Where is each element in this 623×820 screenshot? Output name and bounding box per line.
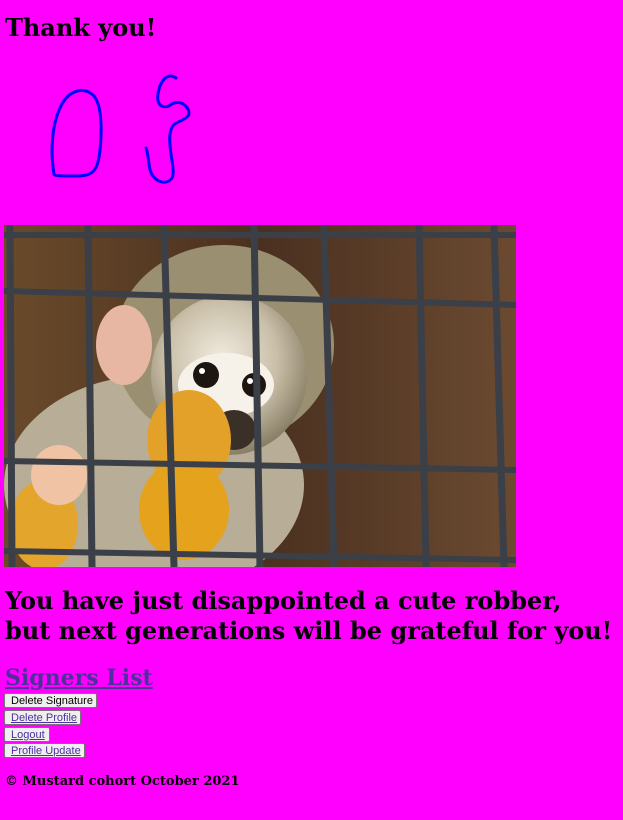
monkey-in-cage-photo xyxy=(4,225,516,567)
footer-copyright: © Mustard cohort October 2021 xyxy=(5,774,240,789)
thank-you-page: Thank you! You have just disappointed a … xyxy=(0,0,623,820)
logout-button[interactable]: Logout xyxy=(4,727,50,742)
profile-update-button[interactable]: Profile Update xyxy=(4,743,85,758)
signature-drawing xyxy=(50,74,191,184)
page-title: Thank you! xyxy=(5,13,157,42)
delete-signature-button[interactable]: Delete Signature xyxy=(4,693,97,708)
signers-list-link[interactable]: Signers List xyxy=(5,664,153,692)
delete-profile-button[interactable]: Delete Profile xyxy=(4,710,81,725)
thank-you-message: You have just disappointed a cute robber… xyxy=(5,586,612,646)
message-line-1: You have just disappointed a cute robber… xyxy=(5,586,562,615)
message-line-2: but next generations will be grateful fo… xyxy=(5,616,613,645)
